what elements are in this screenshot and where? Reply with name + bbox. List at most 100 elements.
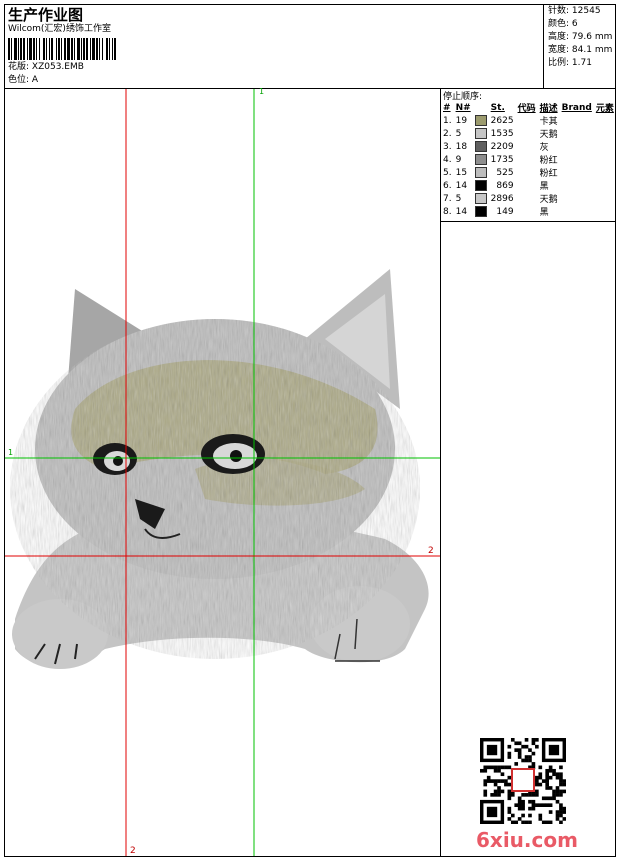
barcode-bar: [86, 38, 88, 60]
qr-module: [531, 799, 536, 804]
qr-module: [541, 779, 546, 783]
stop-code: [516, 179, 538, 192]
qr-module: [497, 768, 501, 773]
barcode-bar: [96, 38, 98, 60]
qr-module: [504, 765, 508, 770]
stop-code: [516, 205, 538, 218]
barcode-bar: [27, 38, 28, 60]
barcode-bar: [90, 38, 91, 60]
stop-stitches: 2209: [490, 141, 514, 152]
col-desc: 描述: [539, 104, 558, 114]
qr-module: [535, 782, 539, 787]
qr-module: [514, 820, 519, 824]
qr-module: [555, 772, 560, 777]
design-label: 花版:: [8, 62, 30, 72]
stop-row: 1. 19 2625 卡其: [441, 114, 616, 127]
qr-module: [493, 765, 498, 770]
qr-module: [514, 762, 519, 766]
qr-module: [524, 793, 529, 797]
qr-module: [483, 782, 488, 787]
stat-height: 高度: 79.6 mm: [548, 32, 612, 43]
guide-label-green-top: 1: [259, 87, 265, 96]
stop-brand: [560, 192, 594, 205]
qr-module: [528, 748, 532, 752]
qr-module: [559, 803, 563, 807]
stop-code: [516, 192, 538, 205]
stop-index: 3.: [443, 141, 452, 152]
barcode-bar: [81, 38, 82, 60]
stop-stitches: 2896: [490, 193, 514, 204]
qr-module: [545, 772, 549, 777]
qr-module: [517, 755, 522, 759]
stop-row: 2. 5 1535 天鹅: [441, 127, 616, 140]
stop-stitches: 149: [496, 206, 514, 217]
guide-label-red-bottom: 2: [130, 846, 136, 856]
qr-module: [555, 793, 560, 797]
qr-module: [500, 765, 505, 770]
qr-module: [507, 793, 512, 797]
qr-module: [541, 796, 546, 801]
qr-module: [555, 786, 560, 790]
qr-module: [538, 772, 543, 777]
barcode-bar: [114, 38, 116, 60]
barcode-bar: [51, 38, 53, 60]
company-name: Wilcom(汇宏)绣饰工作室: [8, 24, 111, 34]
stop-element: [594, 205, 616, 218]
barcode-bar: [23, 38, 25, 60]
stat-width: 宽度: 84.1 mm: [548, 45, 612, 56]
barcode-bar: [29, 38, 32, 60]
barcode-bar: [64, 38, 66, 60]
qr-module: [493, 768, 498, 773]
qr-module: [500, 772, 505, 777]
qr-module: [483, 793, 488, 797]
qr-module: [497, 786, 501, 790]
stat-label: 针数:: [548, 6, 570, 16]
qr-module: [545, 768, 549, 773]
qr-module: [559, 772, 563, 777]
qr-module: [531, 803, 536, 807]
qr-module: [548, 786, 553, 790]
stop-stitches: 869: [496, 180, 514, 191]
qr-module: [524, 744, 529, 749]
stop-swatch: [473, 127, 489, 140]
qr-module: [521, 806, 525, 811]
qr-module: [552, 768, 556, 773]
qr-module: [521, 813, 525, 818]
qr-module: [559, 775, 563, 780]
qr-module: [483, 789, 488, 794]
qr-module: [510, 820, 515, 824]
stop-row: 4. 9 1735 粉红: [441, 153, 616, 166]
qr-module: [555, 813, 560, 818]
stop-row: 6. 14 869 黑: [441, 179, 616, 192]
stop-swatch: [473, 205, 489, 218]
qr-module: [504, 782, 508, 787]
qr-module: [486, 779, 491, 783]
stat-value: 79.6 mm: [571, 32, 613, 42]
qr-module: [559, 813, 563, 818]
stop-desc: 黑: [539, 208, 549, 218]
stop-swatch: [473, 179, 489, 192]
qr-module: [493, 789, 498, 794]
stop-desc: 粉红: [539, 169, 558, 179]
qr-module: [531, 741, 536, 746]
qr-module: [528, 806, 532, 811]
design-row: 花版: XZ053.EMB: [8, 61, 84, 74]
stat-label: 高度:: [548, 32, 570, 42]
qr-module: [559, 806, 563, 811]
qr-module: [486, 775, 491, 780]
qr-module: [490, 793, 494, 797]
barcode-bar: [106, 38, 108, 60]
qr-module: [528, 755, 532, 759]
qr-module: [562, 782, 566, 787]
design-value: XZ053.EMB: [31, 62, 84, 72]
qr-module: [562, 779, 566, 783]
stop-row: 7. 5 2896 天鹅: [441, 192, 616, 205]
color-swatch: [474, 115, 487, 126]
stop-element: [594, 114, 616, 127]
qr-module: [490, 779, 494, 783]
qr-module: [510, 738, 515, 742]
qr-module: [497, 765, 501, 770]
qr-module: [524, 755, 529, 759]
design-canvas: [5, 89, 440, 856]
barcode-bar: [46, 38, 47, 60]
